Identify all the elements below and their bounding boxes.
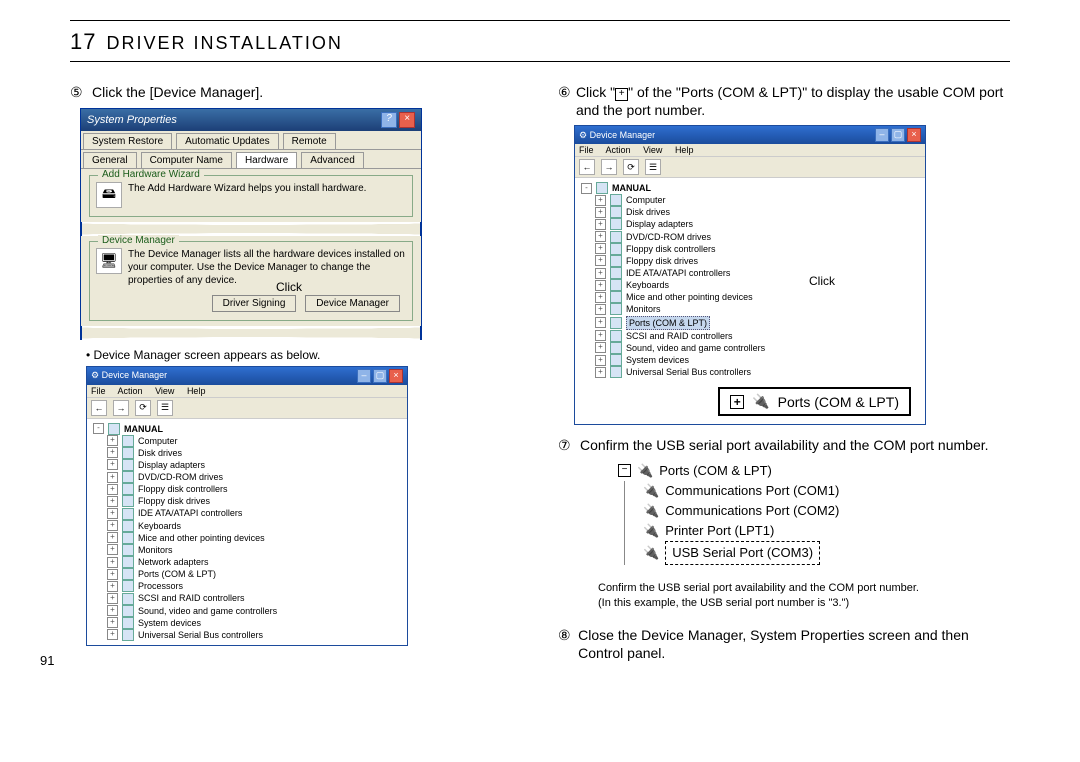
group-title-add-hw: Add Hardware Wizard xyxy=(98,169,204,180)
confirm-note-2: (In this example, the USB serial port nu… xyxy=(598,597,849,609)
step-7-text: Confirm the USB serial port availability… xyxy=(580,437,989,455)
menu-file-2[interactable]: File xyxy=(579,145,594,155)
close-icon-2[interactable]: × xyxy=(389,369,403,383)
port-icon-6: 🔌 xyxy=(643,543,659,563)
hardware-wizard-text: The Add Hardware Wizard helps you instal… xyxy=(128,182,406,195)
step-7-marker: ⑦ xyxy=(558,437,576,455)
device-manager-window-2: ⚙ Device Manager – ▢ × File Action View … xyxy=(574,125,926,425)
step-5-text: Click the [Device Manager]. xyxy=(92,84,263,102)
com2-label: Communications Port (COM2) xyxy=(665,501,839,521)
menu-view[interactable]: View xyxy=(155,386,174,396)
menu-action[interactable]: Action xyxy=(118,386,143,396)
menu-help[interactable]: Help xyxy=(187,386,206,396)
device-manager-icon: 🖥 xyxy=(96,248,122,274)
properties-icon-2[interactable]: ☰ xyxy=(645,159,661,175)
refresh-icon[interactable]: ⟳ xyxy=(135,400,151,416)
menu-view-2[interactable]: View xyxy=(643,145,662,155)
lpt1-label: Printer Port (LPT1) xyxy=(665,521,774,541)
chapter-title: DRIVER INSTALLATION xyxy=(106,33,342,54)
step-8-text: Close the Device Manager, System Propert… xyxy=(578,627,1010,662)
plus-box-icon-2[interactable]: + xyxy=(730,395,744,409)
devmgr-title: ⚙ Device Manager xyxy=(91,370,167,381)
ports-tree-diagram: − 🔌 Ports (COM & LPT) 🔌 Communications Po… xyxy=(618,461,1010,572)
devmgr2-toolbar: ← → ⟳ ☰ xyxy=(575,157,925,178)
com1-label: Communications Port (COM1) xyxy=(665,481,839,501)
maximize-icon[interactable]: ▢ xyxy=(373,369,387,383)
device-manager-window: ⚙ Device Manager – ▢ × File Action View … xyxy=(86,366,408,647)
devmgr2-title: ⚙ Device Manager xyxy=(579,130,655,141)
hardware-icon: 🖴 xyxy=(96,182,122,208)
refresh-icon-2[interactable]: ⟳ xyxy=(623,159,639,175)
step-5-marker: ⑤ xyxy=(70,84,88,102)
port-icon: 🔌 xyxy=(752,393,769,410)
menu-help-2[interactable]: Help xyxy=(675,145,694,155)
tab-remote[interactable]: Remote xyxy=(283,133,336,149)
sysprop-title: System Properties xyxy=(87,114,177,126)
help-icon[interactable]: ? xyxy=(381,112,397,128)
device-manager-button[interactable]: Device Manager xyxy=(305,295,400,312)
step-8-marker: ⑧ xyxy=(558,627,574,662)
minimize-icon[interactable]: – xyxy=(357,369,371,383)
forward-icon[interactable]: → xyxy=(113,400,129,416)
plus-box-icon: + xyxy=(615,88,628,101)
menu-file[interactable]: File xyxy=(91,386,106,396)
sysprop-tabs-row2: General Computer Name Hardware Advanced xyxy=(81,150,421,169)
ports-callout: + 🔌 Ports (COM & LPT) xyxy=(718,387,911,416)
devmgr-toolbar: ← → ⟳ ☰ xyxy=(87,398,407,419)
step-6-text: Click "+" of the "Ports (COM & LPT)" to … xyxy=(576,84,1010,119)
properties-icon[interactable]: ☰ xyxy=(157,400,173,416)
ports-root-label: Ports (COM & LPT) xyxy=(659,461,772,481)
sysprop-titlebar: System Properties ? × xyxy=(81,109,421,131)
ports-callout-label: Ports (COM & LPT) xyxy=(778,394,899,410)
devmgr-tree: -MANUAL+Computer+Disk drives+Display ada… xyxy=(87,419,407,646)
tab-automatic-updates[interactable]: Automatic Updates xyxy=(176,133,279,149)
click-label-2: Click xyxy=(809,274,835,288)
tab-computer-name[interactable]: Computer Name xyxy=(141,152,232,168)
page-number: 91 xyxy=(40,653,54,668)
system-properties-window: System Properties ? × System Restore Aut… xyxy=(80,108,422,340)
click-label-1: Click xyxy=(276,280,302,294)
driver-signing-button[interactable]: Driver Signing xyxy=(212,295,297,312)
port-icon-3: 🔌 xyxy=(643,481,659,501)
tab-advanced[interactable]: Advanced xyxy=(301,152,363,168)
sysprop-tabs-row1: System Restore Automatic Updates Remote xyxy=(81,131,421,150)
maximize-icon-2[interactable]: ▢ xyxy=(891,128,905,142)
tab-general[interactable]: General xyxy=(83,152,137,168)
confirm-note-1: Confirm the USB serial port availability… xyxy=(598,582,919,594)
minus-box-icon[interactable]: − xyxy=(618,464,631,477)
step-6-marker: ⑥ xyxy=(558,84,572,119)
menu-action-2[interactable]: Action xyxy=(606,145,631,155)
group-title-devmgr: Device Manager xyxy=(98,235,179,246)
devmgr2-tree: -MANUAL+Computer+Disk drives+Display ada… xyxy=(575,178,925,382)
devmgr2-menu: File Action View Help xyxy=(575,144,925,157)
device-manager-group: Device Manager 🖥 The Device Manager list… xyxy=(89,241,413,321)
close-icon[interactable]: × xyxy=(399,112,415,128)
devmgr-menu: File Action View Help xyxy=(87,385,407,398)
port-icon-2: 🔌 xyxy=(637,461,653,481)
back-icon[interactable]: ← xyxy=(91,400,107,416)
device-manager-text: The Device Manager lists all the hardwar… xyxy=(128,248,406,287)
chapter-number: 17 xyxy=(70,29,96,55)
device-manager-appears-note: Device Manager screen appears as below. xyxy=(94,348,321,362)
tab-system-restore[interactable]: System Restore xyxy=(83,133,172,149)
torn-edge xyxy=(81,222,421,236)
port-icon-4: 🔌 xyxy=(643,501,659,521)
minimize-icon-2[interactable]: – xyxy=(875,128,889,142)
port-icon-5: 🔌 xyxy=(643,521,659,541)
back-icon-2[interactable]: ← xyxy=(579,159,595,175)
usb-serial-port-box: USB Serial Port (COM3) xyxy=(665,541,820,565)
forward-icon-2[interactable]: → xyxy=(601,159,617,175)
tab-hardware[interactable]: Hardware xyxy=(236,152,297,168)
torn-edge-2 xyxy=(81,326,421,340)
close-icon-3[interactable]: × xyxy=(907,128,921,142)
add-hardware-wizard-group: Add Hardware Wizard 🖴 The Add Hardware W… xyxy=(89,175,413,217)
